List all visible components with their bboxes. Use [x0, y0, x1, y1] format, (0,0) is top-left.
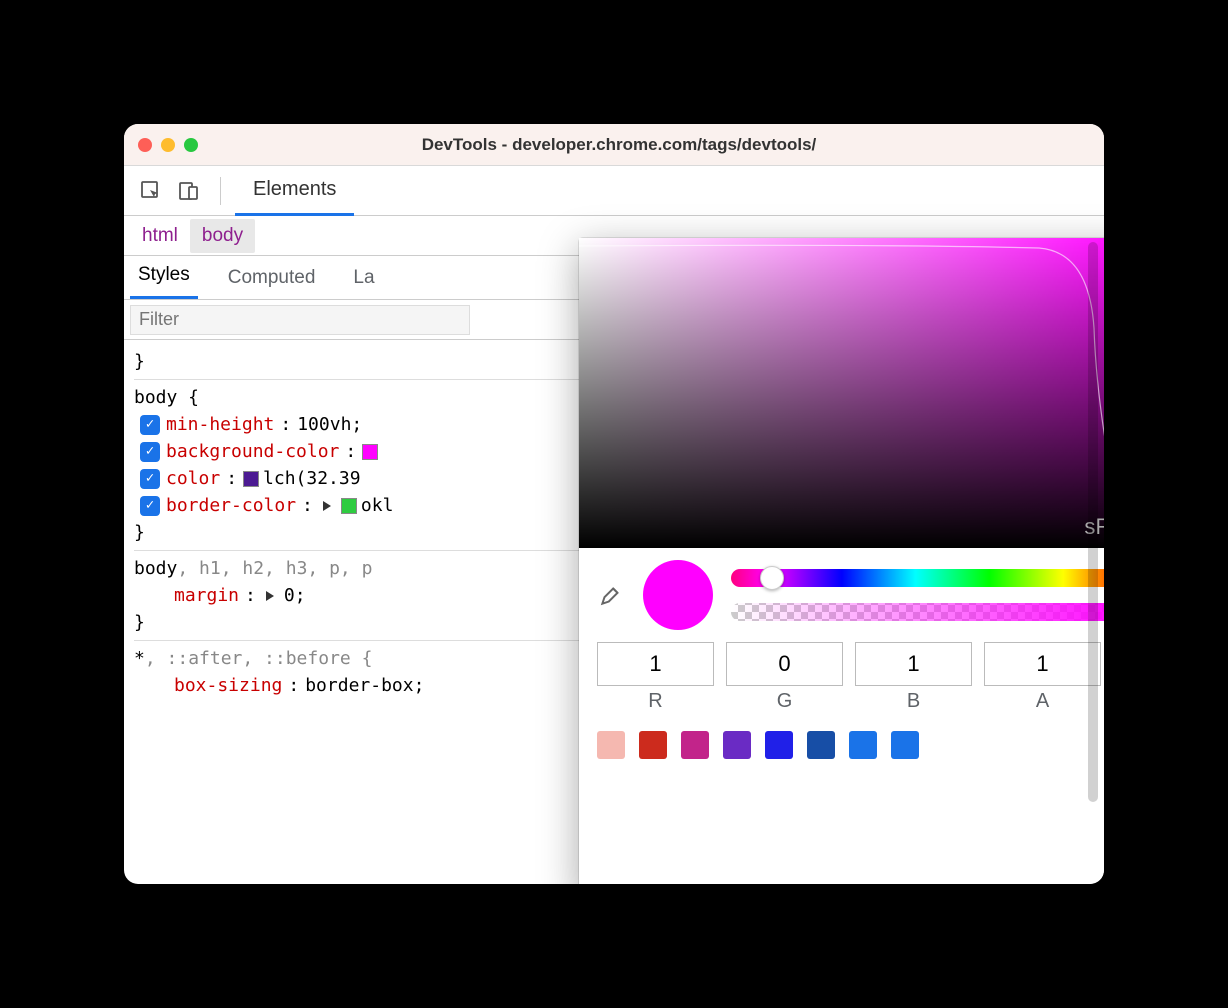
- color-swatch-icon[interactable]: [362, 444, 378, 460]
- scrollbar[interactable]: [1088, 242, 1098, 802]
- preset-swatch[interactable]: [891, 731, 919, 759]
- a-input[interactable]: [984, 642, 1101, 686]
- titlebar: DevTools - developer.chrome.com/tags/dev…: [124, 124, 1104, 166]
- subtab-computed[interactable]: Computed: [220, 257, 324, 299]
- r-label: R: [648, 690, 662, 713]
- expand-triangle-icon[interactable]: [323, 501, 331, 511]
- hue-slider[interactable]: [731, 569, 1104, 587]
- preset-swatches: ▲▼: [579, 719, 1104, 771]
- input-col-a: A: [984, 642, 1101, 713]
- breadcrumb-body[interactable]: body: [190, 219, 255, 253]
- toolbar-separator: [220, 177, 221, 205]
- breadcrumb-html[interactable]: html: [130, 219, 190, 253]
- preset-swatch[interactable]: [807, 731, 835, 759]
- b-input[interactable]: [855, 642, 972, 686]
- current-color-circle: [643, 560, 713, 630]
- window-title: DevTools - developer.chrome.com/tags/dev…: [198, 135, 1090, 155]
- maximize-window-icon[interactable]: [184, 138, 198, 152]
- close-window-icon[interactable]: [138, 138, 152, 152]
- input-col-r: R: [597, 642, 714, 713]
- sliders-group: [731, 569, 1104, 621]
- subtab-layout-partial[interactable]: La: [345, 257, 382, 299]
- minimize-window-icon[interactable]: [161, 138, 175, 152]
- alpha-slider[interactable]: [731, 603, 1104, 621]
- picker-controls-row: [579, 548, 1104, 636]
- devtools-window: DevTools - developer.chrome.com/tags/dev…: [124, 124, 1104, 884]
- rgba-inputs: R G B A ▲▼: [579, 636, 1104, 719]
- b-label: B: [907, 690, 920, 713]
- eyedropper-icon[interactable]: [597, 581, 625, 609]
- hue-thumb[interactable]: [760, 566, 784, 590]
- color-swatch-icon[interactable]: [243, 471, 259, 487]
- checkbox-icon[interactable]: ✓: [140, 415, 160, 435]
- r-input[interactable]: [597, 642, 714, 686]
- preset-swatch[interactable]: [723, 731, 751, 759]
- input-col-g: G: [726, 642, 843, 713]
- color-swatch-icon[interactable]: [341, 498, 357, 514]
- preset-swatch[interactable]: [765, 731, 793, 759]
- checkbox-icon[interactable]: ✓: [140, 469, 160, 489]
- a-label: A: [1036, 690, 1049, 713]
- input-col-b: B: [855, 642, 972, 713]
- gamut-boundary-line: [579, 238, 1104, 548]
- checkbox-icon[interactable]: ✓: [140, 442, 160, 462]
- devtools-toolbar: Elements: [124, 166, 1104, 216]
- g-input[interactable]: [726, 642, 843, 686]
- preset-swatch[interactable]: [849, 731, 877, 759]
- preset-swatch[interactable]: [681, 731, 709, 759]
- preset-swatch[interactable]: [597, 731, 625, 759]
- expand-triangle-icon[interactable]: [266, 591, 274, 601]
- tab-elements[interactable]: Elements: [235, 166, 354, 216]
- color-picker-popover: sRGB R: [579, 238, 1104, 884]
- g-label: G: [777, 690, 793, 713]
- sv-color-field[interactable]: sRGB: [579, 238, 1104, 548]
- inspect-element-icon[interactable]: [134, 174, 168, 208]
- device-toggle-icon[interactable]: [172, 174, 206, 208]
- checkbox-icon[interactable]: ✓: [140, 496, 160, 516]
- subtab-styles[interactable]: Styles: [130, 254, 198, 299]
- styles-filter-input[interactable]: [130, 305, 470, 335]
- preset-swatch[interactable]: [639, 731, 667, 759]
- traffic-lights: [138, 138, 198, 152]
